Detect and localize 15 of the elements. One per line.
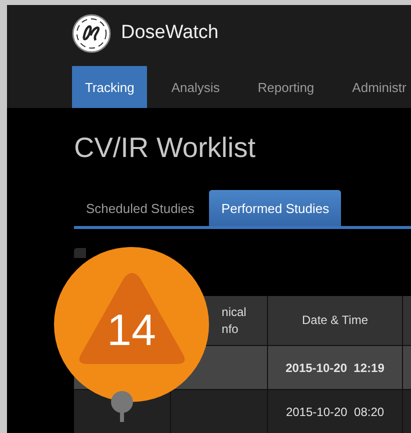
toolbar-button[interactable] [74,248,86,258]
date-time: 2015-10-20 08:20 [286,404,384,418]
study-tab[interactable]: Scheduled Studies [74,190,206,226]
nav-tab[interactable]: Analysis [159,66,232,108]
nav-tab[interactable]: Administr [340,66,411,108]
nav-tab[interactable]: Tracking [72,66,148,108]
page-title: CV/IR Worklist [74,132,256,165]
date-time: 2015-10-20 12:19 [286,360,384,374]
nav-tab[interactable]: Reporting [246,66,326,108]
app-name: DoseWatch [121,22,218,44]
logo-icon [72,14,111,52]
alert-count: 14 [107,309,156,353]
column-header: nical nfo [220,304,246,338]
column-header: Date & Time [302,312,368,329]
study-tab[interactable]: Performed Studies [209,190,342,226]
